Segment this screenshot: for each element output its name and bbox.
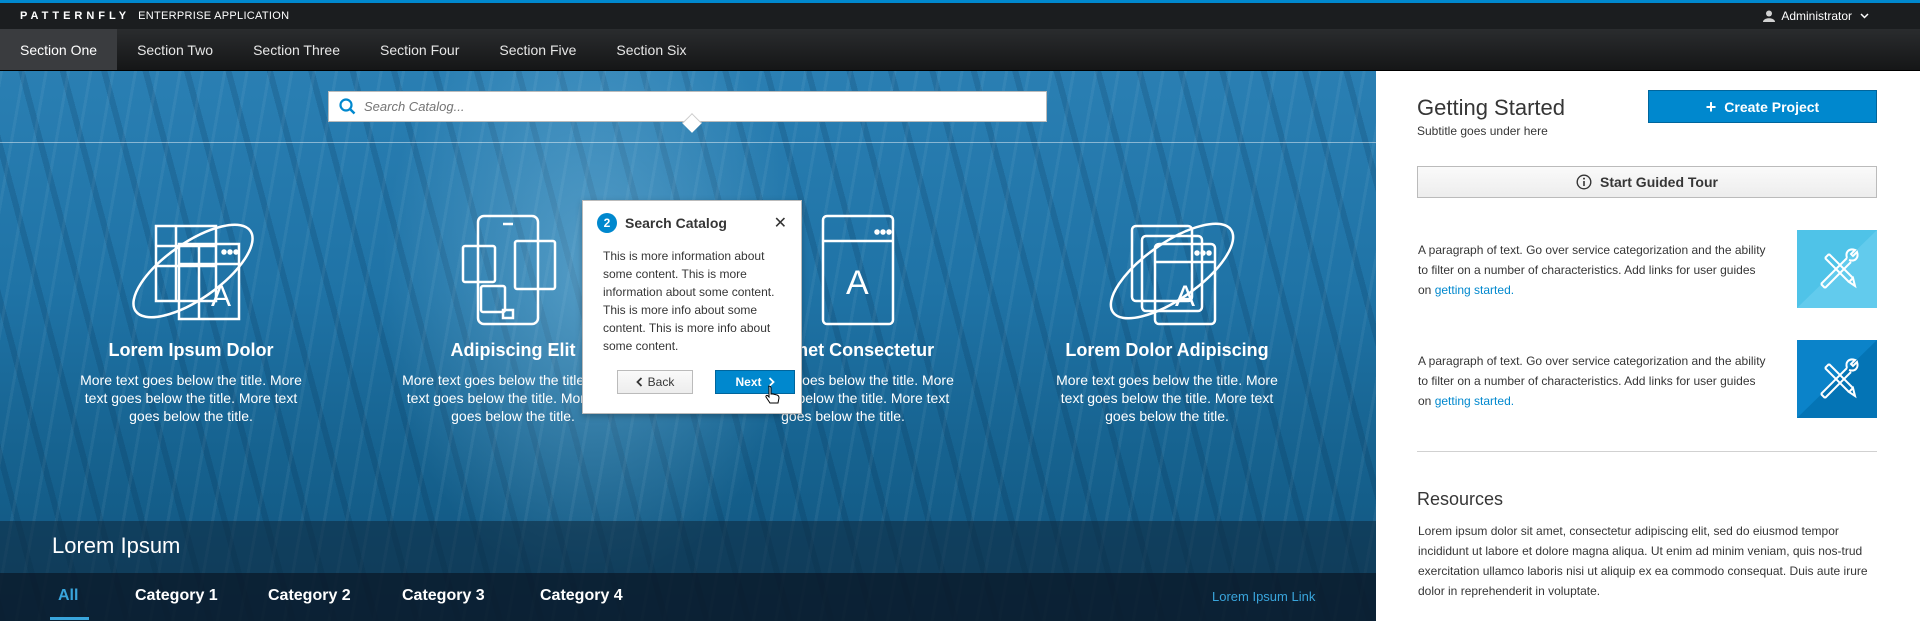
section-header: Lorem Ipsum: [0, 521, 1376, 573]
start-guided-tour-label: Start Guided Tour: [1600, 174, 1718, 190]
step-badge: 2: [597, 213, 617, 233]
popover-title: Search Catalog: [625, 215, 727, 231]
brand-name: PATTERNFLY: [20, 10, 131, 22]
panel-subtitle: Subtitle goes under here: [1417, 124, 1548, 138]
card-title: Lorem Dolor Adipiscing: [1065, 340, 1269, 360]
tab-category-3[interactable]: Category 3: [402, 587, 485, 605]
back-button-label: Back: [647, 375, 675, 389]
info-paragraph-2: A paragraph of text. Go over service cat…: [1418, 351, 1768, 411]
guided-tour-popover: 2 Search Catalog ✕ This is more informat…: [582, 200, 802, 414]
close-icon[interactable]: ✕: [774, 213, 787, 233]
getting-started-link[interactable]: getting started.: [1435, 283, 1514, 297]
category-tabs: All Category 1 Category 2 Category 3 Cat…: [0, 573, 1376, 621]
plus-icon: +: [1705, 96, 1717, 117]
section-title: Lorem Ipsum: [52, 533, 181, 558]
hero-banner: A Lorem Ipsum Dolor More text goes below…: [0, 71, 1376, 621]
tab-category-1[interactable]: Category 1: [135, 587, 218, 605]
tab-all[interactable]: All: [58, 587, 78, 605]
layers-orbit-icon: A: [1109, 222, 1235, 326]
card-title: Lorem Ipsum Dolor: [108, 340, 274, 360]
back-button[interactable]: Back: [617, 370, 693, 394]
tools-icon: [1797, 340, 1877, 418]
start-guided-tour-button[interactable]: Start Guided Tour: [1417, 166, 1877, 198]
info-paragraph-1: A paragraph of text. Go over service cat…: [1418, 240, 1768, 300]
grid-orbit-icon: A: [132, 223, 254, 321]
brand-subtitle: ENTERPRISE APPLICATION: [138, 10, 290, 22]
masthead: PATTERNFLY ENTERPRISE APPLICATION Admini…: [0, 0, 1920, 29]
primary-nav: Section One Section Two Section Three Se…: [0, 29, 1920, 71]
create-project-button[interactable]: + Create Project: [1648, 90, 1877, 123]
next-button-label: Next: [735, 375, 762, 389]
lorem-ipsum-link[interactable]: Lorem Ipsum Link: [1212, 589, 1315, 604]
svg-text:A: A: [846, 264, 869, 302]
nav-item-section-three[interactable]: Section Three: [233, 29, 360, 70]
devices-icon: [461, 214, 557, 326]
getting-started-panel: Getting Started Subtitle goes under here…: [1376, 71, 1920, 621]
tools-tile-dark[interactable]: [1797, 340, 1877, 418]
user-menu[interactable]: Administrator: [1763, 9, 1875, 23]
card-text: More text goes below the title. More tex…: [1056, 372, 1278, 424]
nav-item-section-two[interactable]: Section Two: [117, 29, 233, 70]
card-text: More text goes below the title. More tex…: [80, 372, 302, 424]
resources-text: Lorem ipsum dolor sit amet, consectetur …: [1418, 524, 1868, 598]
user-icon: [1763, 10, 1776, 22]
nav-item-section-four[interactable]: Section Four: [360, 29, 479, 70]
info-icon: [1576, 174, 1592, 190]
tools-tile-light[interactable]: [1797, 230, 1877, 308]
nav-item-section-five[interactable]: Section Five: [479, 29, 596, 70]
search-input[interactable]: [364, 99, 964, 114]
popover-body: This is more information about some cont…: [603, 249, 775, 353]
catalog-card-4[interactable]: A Lorem Dolor Adipiscing More text goes …: [1017, 206, 1317, 425]
brand-logo[interactable]: PATTERNFLY ENTERPRISE APPLICATION: [20, 10, 289, 22]
resources-title: Resources: [1417, 489, 1504, 509]
panel-title: Getting Started: [1417, 95, 1565, 120]
hand-cursor-icon: [765, 385, 780, 404]
next-button[interactable]: Next: [715, 370, 795, 394]
tab-category-2[interactable]: Category 2: [268, 587, 351, 605]
catalog-card-1[interactable]: A Lorem Ipsum Dolor More text goes below…: [41, 206, 341, 425]
nav-item-section-six[interactable]: Section Six: [596, 29, 706, 70]
chevron-left-icon: [635, 377, 642, 387]
user-name: Administrator: [1781, 9, 1852, 23]
tools-icon: [1797, 230, 1877, 308]
chevron-down-icon: [1860, 13, 1869, 19]
create-project-label: Create Project: [1724, 98, 1820, 115]
active-tab-indicator: [50, 617, 89, 620]
nav-item-section-one[interactable]: Section One: [0, 29, 118, 70]
search-icon: [339, 98, 356, 115]
getting-started-link[interactable]: getting started.: [1435, 394, 1514, 408]
tab-category-4[interactable]: Category 4: [540, 587, 623, 605]
divider: [1417, 451, 1877, 452]
